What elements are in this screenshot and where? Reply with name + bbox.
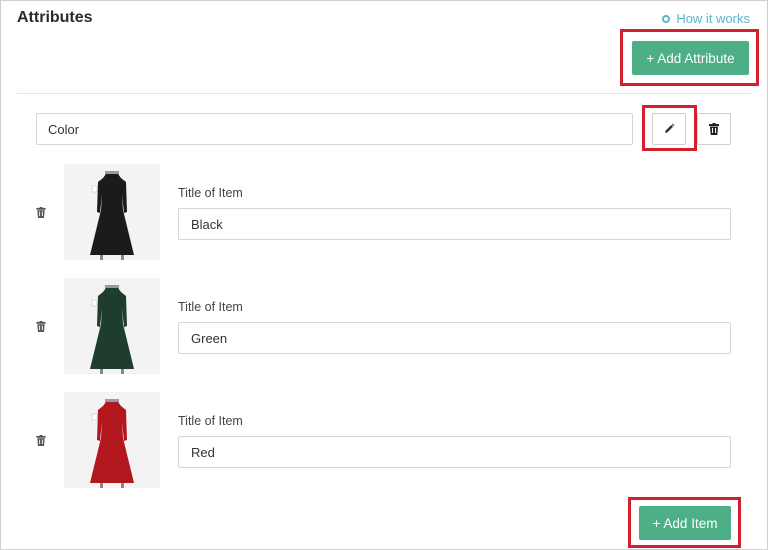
edit-attribute-button[interactable] <box>652 113 686 145</box>
help-circle-icon <box>662 14 671 23</box>
delete-attribute-button[interactable] <box>697 113 731 145</box>
dress-image <box>64 164 160 260</box>
delete-item-button[interactable] <box>34 433 48 447</box>
item-title-input[interactable]: Red <box>178 436 731 468</box>
item-image <box>64 392 160 488</box>
item-title-label: Title of Item <box>178 300 243 314</box>
trash-icon <box>709 123 719 135</box>
item-title-input[interactable]: Green <box>178 322 731 354</box>
item-title-label: Title of Item <box>178 414 243 428</box>
item-title-input[interactable]: Black <box>178 208 731 240</box>
item-image <box>64 164 160 260</box>
delete-item-button[interactable] <box>34 205 48 219</box>
dress-image <box>64 392 160 488</box>
item-title-label: Title of Item <box>178 186 243 200</box>
item-image <box>64 278 160 374</box>
trash-icon <box>36 434 46 446</box>
panel-title: Attributes <box>17 9 93 26</box>
add-attribute-button[interactable]: + Add Attribute <box>632 41 749 75</box>
how-it-works-link[interactable]: How it works <box>662 11 750 26</box>
dress-image <box>64 278 160 374</box>
attribute-name-input[interactable]: Color <box>36 113 633 145</box>
divider <box>17 93 751 94</box>
how-it-works-label: How it works <box>676 11 750 26</box>
pencil-icon <box>665 123 675 133</box>
trash-icon <box>36 320 46 332</box>
delete-item-button[interactable] <box>34 319 48 333</box>
trash-icon <box>36 206 46 218</box>
add-item-button[interactable]: + Add Item <box>639 506 731 540</box>
